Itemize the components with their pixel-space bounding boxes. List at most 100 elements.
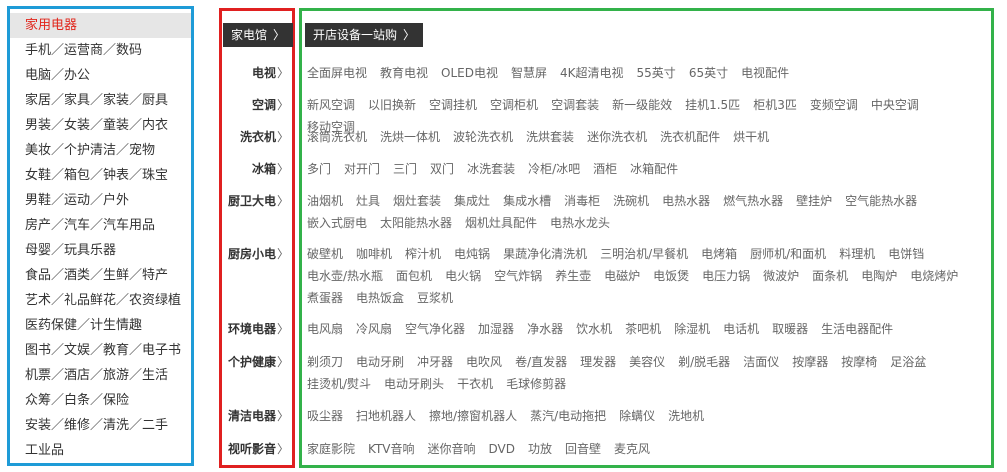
subcategory-link[interactable]: 咖啡机 bbox=[356, 243, 392, 265]
subcategory-link[interactable]: 新一级能效 bbox=[612, 94, 672, 116]
subcategory-link[interactable]: 空调套装 bbox=[551, 94, 599, 116]
subcategory-link[interactable]: 迷你音响 bbox=[428, 438, 476, 460]
subcategory-link[interactable]: 面条机 bbox=[812, 265, 848, 287]
subcategory-link[interactable]: 电视配件 bbox=[741, 62, 789, 84]
subcategory-link[interactable]: 电陶炉 bbox=[861, 265, 897, 287]
subcategory-label[interactable]: 冰箱〉 bbox=[221, 159, 290, 179]
subcategory-link[interactable]: 足浴盆 bbox=[890, 351, 926, 373]
subcategory-link[interactable]: 面包机 bbox=[396, 265, 432, 287]
subcategory-link[interactable]: DVD bbox=[489, 438, 515, 460]
subcategory-link[interactable]: 空调挂机 bbox=[429, 94, 477, 116]
subcategory-link[interactable]: 空气净化器 bbox=[405, 318, 465, 340]
subcategory-link[interactable]: 回音壁 bbox=[565, 438, 601, 460]
subcategory-link[interactable]: 65英寸 bbox=[689, 62, 728, 84]
subcategory-link[interactable]: 迷你洗衣机 bbox=[587, 126, 647, 148]
subcategory-label[interactable]: 视听影音〉 bbox=[221, 439, 290, 459]
subcategory-link[interactable]: 微波炉 bbox=[763, 265, 799, 287]
subcategory-link[interactable]: 酒柜 bbox=[593, 158, 617, 180]
category-menu-item[interactable]: 机票／酒店／旅游／生活 bbox=[10, 363, 191, 388]
subcategory-link[interactable]: 消毒柜 bbox=[564, 190, 600, 212]
category-menu-item[interactable]: 食品／酒类／生鲜／特产 bbox=[10, 263, 191, 288]
subcategory-link[interactable]: 挂机1.5匹 bbox=[685, 94, 740, 116]
subcategory-label[interactable]: 厨房小电〉 bbox=[221, 244, 290, 264]
subcategory-link[interactable]: 料理机 bbox=[839, 243, 875, 265]
subcategory-link[interactable]: 波轮洗衣机 bbox=[453, 126, 513, 148]
store-equipment-button[interactable]: 开店设备一站购〉 bbox=[305, 23, 424, 47]
appliance-hall-button[interactable]: 家电馆〉 bbox=[223, 23, 294, 47]
subcategory-link[interactable]: 电火锅 bbox=[445, 265, 481, 287]
subcategory-link[interactable]: 冷风扇 bbox=[356, 318, 392, 340]
subcategory-link[interactable]: 集成水槽 bbox=[503, 190, 551, 212]
category-menu-item[interactable]: 母婴／玩具乐器 bbox=[10, 238, 191, 263]
subcategory-link[interactable]: 养生壶 bbox=[555, 265, 591, 287]
category-menu-item[interactable]: 女鞋／箱包／钟表／珠宝 bbox=[10, 163, 191, 188]
subcategory-link[interactable]: 教育电视 bbox=[380, 62, 428, 84]
subcategory-link[interactable]: 挂烫机/熨斗 bbox=[307, 373, 371, 395]
subcategory-link[interactable]: 净水器 bbox=[527, 318, 563, 340]
subcategory-link[interactable]: 电炖锅 bbox=[454, 243, 490, 265]
subcategory-link[interactable]: 功放 bbox=[528, 438, 552, 460]
subcategory-link[interactable]: 剃须刀 bbox=[307, 351, 343, 373]
subcategory-link[interactable]: 变频空调 bbox=[810, 94, 858, 116]
subcategory-link[interactable]: 按摩器 bbox=[792, 351, 828, 373]
subcategory-link[interactable]: 对开门 bbox=[344, 158, 380, 180]
category-menu-item[interactable]: 家用电器 bbox=[10, 13, 191, 38]
category-menu-item[interactable]: 安装／维修／清洗／二手 bbox=[10, 413, 191, 438]
subcategory-link[interactable]: 冲牙器 bbox=[417, 351, 453, 373]
subcategory-link[interactable]: 烟灶套装 bbox=[393, 190, 441, 212]
subcategory-link[interactable]: OLED电视 bbox=[441, 62, 498, 84]
subcategory-link[interactable]: 灶具 bbox=[356, 190, 380, 212]
subcategory-link[interactable]: 电动牙刷 bbox=[356, 351, 404, 373]
subcategory-link[interactable]: 加湿器 bbox=[478, 318, 514, 340]
subcategory-link[interactable]: 冰洗套装 bbox=[467, 158, 515, 180]
subcategory-link[interactable]: 理发器 bbox=[580, 351, 616, 373]
subcategory-link[interactable]: 多门 bbox=[307, 158, 331, 180]
category-menu-item[interactable]: 男鞋／运动／户外 bbox=[10, 188, 191, 213]
subcategory-link[interactable]: 电磁炉 bbox=[604, 265, 640, 287]
subcategory-link[interactable]: 电饼铛 bbox=[888, 243, 924, 265]
subcategory-link[interactable]: 电烧烤炉 bbox=[910, 265, 958, 287]
subcategory-link[interactable]: 以旧换新 bbox=[368, 94, 416, 116]
subcategory-link[interactable]: 柜机3匹 bbox=[753, 94, 797, 116]
subcategory-link[interactable]: 果蔬净化清洗机 bbox=[503, 243, 587, 265]
category-menu-item[interactable]: 众筹／白条／保险 bbox=[10, 388, 191, 413]
subcategory-label[interactable]: 洗衣机〉 bbox=[221, 127, 290, 147]
subcategory-link[interactable]: 生活电器配件 bbox=[821, 318, 893, 340]
subcategory-link[interactable]: 家庭影院 bbox=[307, 438, 355, 460]
subcategory-link[interactable]: 蒸汽/电动拖把 bbox=[530, 405, 606, 427]
subcategory-label[interactable]: 厨卫大电〉 bbox=[221, 191, 290, 211]
subcategory-link[interactable]: 洁面仪 bbox=[743, 351, 779, 373]
subcategory-link[interactable]: 电饭煲 bbox=[653, 265, 689, 287]
subcategory-link[interactable]: 取暖器 bbox=[772, 318, 808, 340]
subcategory-link[interactable]: 擦地/擦窗机器人 bbox=[429, 405, 517, 427]
subcategory-link[interactable]: 三门 bbox=[393, 158, 417, 180]
category-menu-item[interactable]: 电脑／办公 bbox=[10, 63, 191, 88]
subcategory-label[interactable]: 电视〉 bbox=[221, 63, 290, 83]
subcategory-label[interactable]: 环境电器〉 bbox=[221, 319, 290, 339]
subcategory-link[interactable]: 洗烘一体机 bbox=[380, 126, 440, 148]
subcategory-link[interactable]: 电吹风 bbox=[466, 351, 502, 373]
subcategory-link[interactable]: 厨师机/和面机 bbox=[750, 243, 826, 265]
subcategory-link[interactable]: 油烟机 bbox=[307, 190, 343, 212]
subcategory-link[interactable]: 除螨仪 bbox=[619, 405, 655, 427]
subcategory-link[interactable]: 电压力锅 bbox=[702, 265, 750, 287]
subcategory-label[interactable]: 空调〉 bbox=[221, 95, 290, 115]
subcategory-link[interactable]: 全面屏电视 bbox=[307, 62, 367, 84]
subcategory-link[interactable]: 电烤箱 bbox=[701, 243, 737, 265]
subcategory-link[interactable]: 电话机 bbox=[723, 318, 759, 340]
subcategory-link[interactable]: 55英寸 bbox=[637, 62, 676, 84]
subcategory-link[interactable]: 吸尘器 bbox=[307, 405, 343, 427]
subcategory-link[interactable]: 麦克风 bbox=[614, 438, 650, 460]
subcategory-link[interactable]: 燃气热水器 bbox=[723, 190, 783, 212]
subcategory-link[interactable]: 电热水器 bbox=[662, 190, 710, 212]
subcategory-link[interactable]: 4K超清电视 bbox=[560, 62, 624, 84]
category-menu-item[interactable]: 手机／运营商／数码 bbox=[10, 38, 191, 63]
subcategory-link[interactable]: 茶吧机 bbox=[625, 318, 661, 340]
subcategory-link[interactable]: 双门 bbox=[430, 158, 454, 180]
subcategory-link[interactable]: 洗衣机配件 bbox=[660, 126, 720, 148]
subcategory-link[interactable]: 智慧屏 bbox=[511, 62, 547, 84]
subcategory-link[interactable]: 美容仪 bbox=[629, 351, 665, 373]
category-menu-item[interactable]: 医药保健／计生情趣 bbox=[10, 313, 191, 338]
subcategory-link[interactable]: 烘干机 bbox=[733, 126, 769, 148]
category-menu-item[interactable]: 工业品 bbox=[10, 438, 191, 463]
